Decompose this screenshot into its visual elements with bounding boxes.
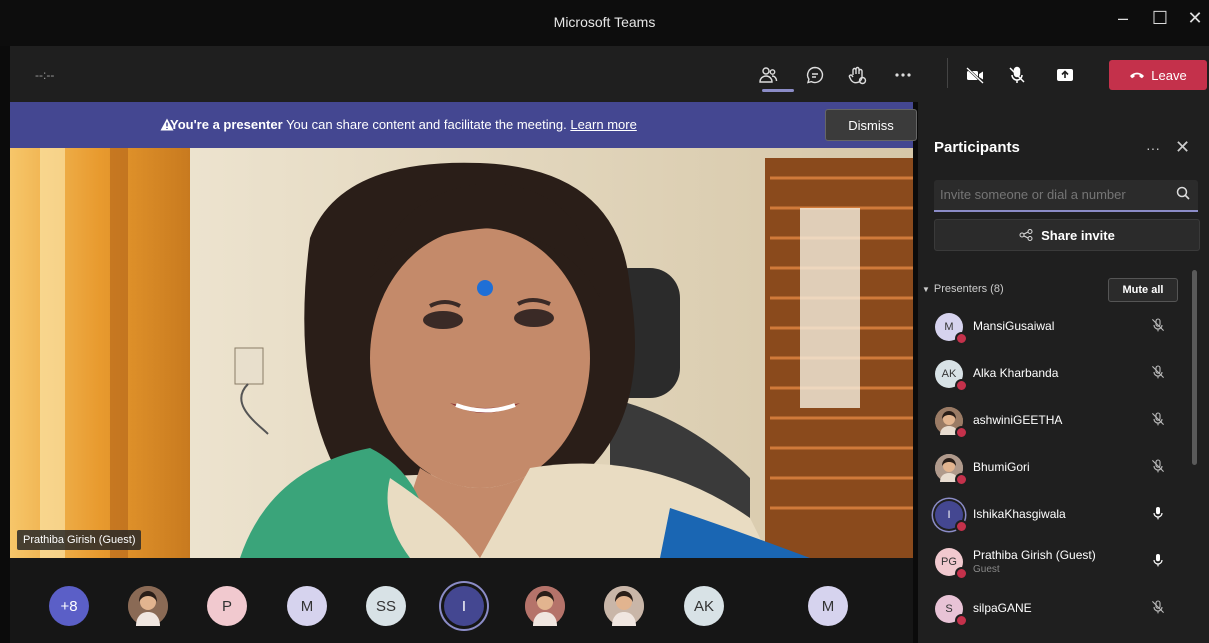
strip-avatar-initials: M [300, 597, 314, 615]
strip-avatar-initials: SS [375, 597, 396, 615]
status-badge [955, 473, 968, 486]
strip-avatar[interactable]: M [808, 586, 848, 626]
panel-more-icon[interactable]: ··· [1146, 140, 1160, 156]
participant-initials: PG [941, 556, 957, 568]
strip-avatar-photo[interactable] [128, 586, 168, 626]
more-options-icon[interactable] [888, 60, 918, 90]
presenters-section-header[interactable]: ▼ Presenters (8) [922, 283, 1004, 295]
panel-scrollbar[interactable] [1192, 270, 1197, 465]
participant-initials: S [945, 603, 953, 615]
strip-avatar[interactable]: M [287, 586, 327, 626]
participant-name: IshikaKhasgiwala [973, 507, 1066, 521]
strip-avatar-initials: M [821, 597, 835, 615]
search-icon[interactable] [1176, 186, 1190, 200]
participant-name: BhumiGori [973, 460, 1030, 474]
leave-button[interactable]: Leave [1109, 60, 1207, 90]
chat-icon[interactable] [800, 60, 830, 90]
status-badge [955, 379, 968, 392]
window-title: Microsoft Teams [553, 14, 656, 30]
share-icon [1019, 229, 1033, 241]
presenter-banner: You're a presenter You can share content… [10, 102, 917, 148]
learn-more-link[interactable]: Learn more [570, 117, 636, 132]
participant-name: ashwiniGEETHA [973, 413, 1063, 427]
participant-name: Alka Kharbanda [973, 366, 1059, 380]
share-invite-button[interactable]: Share invite [934, 219, 1200, 251]
banner-text: You're a presenter You can share content… [170, 117, 637, 132]
share-invite-label: Share invite [1041, 227, 1115, 243]
status-badge [955, 567, 968, 580]
strip-avatar-initials: AK [693, 597, 714, 615]
phone-hangup-icon [1130, 72, 1145, 79]
participant-row[interactable]: ashwiniGEETHA [918, 399, 1188, 443]
invite-input[interactable] [934, 180, 1171, 208]
mute-all-button[interactable]: Mute all [1108, 278, 1178, 302]
participant-name: Prathiba Girish (Guest) [973, 548, 1096, 562]
panel-close-icon[interactable]: ✕ [1175, 137, 1190, 158]
mic-muted-icon [1150, 317, 1170, 337]
strip-avatar-initials: +8 [60, 597, 78, 615]
title-bar: Microsoft Teams – ☐ ✕ [0, 0, 1209, 46]
panel-title: Participants [934, 139, 1020, 156]
mic-muted-icon[interactable] [1002, 60, 1032, 90]
participant-row[interactable]: PG Prathiba Girish (Guest) Guest [918, 540, 1188, 584]
participant-role: Guest [973, 564, 1000, 575]
participant-initials: M [944, 321, 954, 333]
active-tab-indicator [762, 89, 794, 92]
strip-avatar[interactable]: P [207, 586, 247, 626]
participant-initials: AK [941, 368, 957, 380]
strip-avatar[interactable]: AK [684, 586, 724, 626]
meeting-timer: --:-- [35, 68, 55, 82]
participant-initials: I [947, 509, 951, 521]
strip-avatar[interactable]: +8 [49, 586, 89, 626]
minimize-icon[interactable]: – [1108, 8, 1138, 29]
share-screen-icon[interactable] [1050, 60, 1080, 90]
participant-name: silpaGANE [973, 601, 1032, 615]
invite-field[interactable] [934, 180, 1198, 212]
toolbar-divider [947, 58, 948, 88]
close-icon[interactable]: ✕ [1180, 8, 1209, 29]
main-video-feed [10, 148, 913, 558]
strip-avatar[interactable]: I [444, 586, 484, 626]
chevron-down-icon: ▼ [922, 285, 930, 294]
banner-message: You can share content and facilitate the… [286, 117, 567, 132]
participant-row[interactable]: AK Alka Kharbanda [918, 352, 1188, 396]
section-label: Presenters (8) [933, 283, 1004, 295]
strip-avatar-photo[interactable] [604, 586, 644, 626]
strip-avatar-photo[interactable] [525, 586, 565, 626]
meeting-toolbar: --:-- Leave [10, 46, 1209, 102]
mic-muted-icon [1150, 458, 1170, 478]
banner-bold: You're a presenter [170, 117, 283, 132]
mic-icon [1150, 505, 1170, 525]
strip-avatar[interactable]: SS [366, 586, 406, 626]
participant-name-chip: Prathiba Girish (Guest) [17, 530, 142, 550]
leave-label: Leave [1151, 67, 1187, 83]
maximize-icon[interactable]: ☐ [1145, 8, 1175, 29]
mic-muted-icon [1150, 364, 1170, 384]
presenter-video-image [10, 148, 913, 558]
participant-row[interactable]: I IshikaKhasgiwala [918, 493, 1188, 537]
strip-avatar-initials: I [461, 597, 467, 615]
mic-muted-icon [1150, 411, 1170, 431]
strip-avatar-initials: P [221, 597, 232, 615]
camera-off-icon[interactable] [960, 60, 990, 90]
participant-name: MansiGusaiwal [973, 319, 1055, 333]
participant-row[interactable]: M MansiGusaiwal [918, 305, 1188, 349]
status-badge [955, 332, 968, 345]
participants-icon[interactable] [753, 60, 783, 90]
mic-muted-icon [1150, 599, 1170, 619]
participants-panel: Participants ··· ✕ Share invite ▼Present… [918, 102, 1209, 643]
dismiss-button[interactable]: Dismiss [825, 109, 917, 141]
participant-row[interactable]: SsilpaGANE [918, 587, 1188, 631]
status-badge [955, 520, 968, 533]
mic-icon [1150, 552, 1170, 572]
reactions-icon[interactable] [842, 60, 872, 90]
status-badge [955, 614, 968, 627]
participant-row[interactable]: BhumiGori [918, 446, 1188, 490]
status-badge [955, 426, 968, 439]
